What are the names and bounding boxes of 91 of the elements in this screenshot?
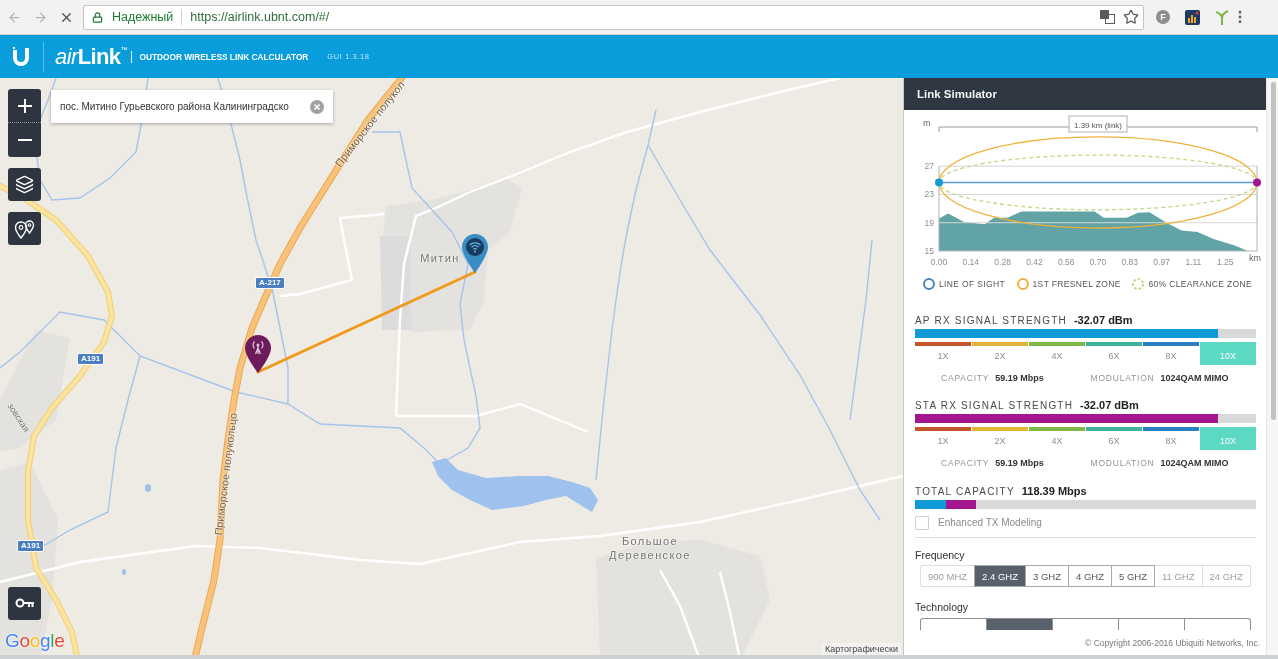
- section-label: Technology: [915, 601, 969, 613]
- technology-button[interactable]: [1184, 618, 1251, 630]
- tick-label: 0.70: [1089, 257, 1107, 267]
- search-input[interactable]: пос. Митино Гурьевского района Калининградско: [60, 101, 300, 112]
- road-number: A191: [77, 353, 105, 365]
- technology-button[interactable]: [920, 618, 987, 630]
- plus-icon: [17, 98, 32, 113]
- frequency-button[interactable]: 3 GHZ: [1025, 565, 1069, 587]
- pond: [145, 484, 151, 492]
- legend-label: 60% CLEARANCE ZONE: [1148, 279, 1252, 289]
- tick-label: 27: [924, 161, 934, 172]
- place-name: Большое Деревенское: [608, 535, 692, 563]
- frequency-button[interactable]: 2.4 GHZ: [974, 565, 1026, 587]
- search-field[interactable]: пос. Митино Гурьевского района Калининградско: [51, 90, 333, 123]
- capacity-label: CAPACITY: [941, 373, 990, 383]
- tick-label: 0.97: [1153, 257, 1170, 267]
- checkbox[interactable]: [915, 515, 929, 530]
- tick-label: 0.83: [1121, 257, 1139, 267]
- total-label: TOTAL CAPACITY: [915, 485, 1015, 497]
- modulation-value: 1024QAM MIMO: [1160, 458, 1229, 468]
- security-label: Надежный: [112, 10, 174, 24]
- tick-label: 19: [924, 217, 934, 228]
- frequency-button[interactable]: 5 GHZ: [1110, 565, 1155, 587]
- tick-label: 0.00: [930, 257, 948, 267]
- rate-segment: 1X: [915, 427, 971, 450]
- star-icon[interactable]: [1123, 9, 1139, 25]
- antenna-pin-icon[interactable]: [245, 335, 271, 373]
- checkbox-label: Enhanced TX Modeling: [938, 517, 1042, 528]
- key-icon: [14, 597, 35, 610]
- tick-label: 0.42: [1026, 257, 1043, 267]
- tick-label: 1.25: [1216, 257, 1234, 267]
- zoom-out-button[interactable]: [8, 122, 41, 157]
- tick-label: 23: [924, 189, 934, 200]
- key-button[interactable]: [8, 587, 41, 620]
- section-label: Frequency: [915, 549, 965, 561]
- map-pins-icon: [13, 218, 36, 239]
- signal-value: -32.07 dBm: [1080, 399, 1139, 411]
- rate-segment: 1X: [915, 342, 971, 365]
- layers-icon: [15, 175, 34, 194]
- rate-segment: 6X: [1086, 427, 1142, 450]
- modulation-label: MODULATION: [1090, 373, 1155, 383]
- axis-title: km: [1249, 253, 1261, 263]
- layers-button[interactable]: [8, 168, 41, 201]
- place-name: Митин: [420, 252, 460, 266]
- rate-segment: 4X: [1029, 427, 1085, 450]
- logo-icon: [12, 47, 30, 66]
- tick-label: 15: [924, 246, 934, 256]
- tick-label: 0.56: [1057, 257, 1075, 267]
- copyright-text: © Copyright 2006-2016 Ubiquiti Networks, Inc.: [1085, 638, 1260, 648]
- signal-value: -32.07 dBm: [1073, 314, 1133, 326]
- signal-label: AP RX SIGNAL STRENGTH: [915, 314, 1067, 326]
- total-value: 118.39 Mbps: [1021, 485, 1087, 497]
- tick-label: 1.11: [1185, 257, 1202, 267]
- rate-segment: 2X: [972, 427, 1028, 450]
- squares-icon[interactable]: [1100, 10, 1115, 24]
- url-text: https://airlink.ubnt.com/#/: [190, 10, 330, 24]
- minus-icon: [17, 139, 32, 141]
- legend-label: LINE OF SIGHT: [939, 279, 1005, 289]
- pond: [122, 569, 126, 575]
- lock-icon: [92, 11, 103, 23]
- map-attribution: Картографически: [822, 643, 901, 655]
- wifi-pin-icon[interactable]: [462, 234, 488, 273]
- rate-segment: 6X: [1086, 342, 1142, 365]
- rate-segment: 10X: [1200, 427, 1256, 450]
- legend-label: 1ST FRESNEL ZONE: [1032, 279, 1121, 289]
- scrollbar-thumb[interactable]: [1271, 82, 1276, 420]
- bar-chart-icon[interactable]: [1185, 9, 1200, 25]
- logo-text: airLink$^{™}$: [55, 45, 128, 68]
- distance-label: 1.39 km (link): [1068, 115, 1128, 133]
- capacity-label: CAPACITY: [941, 458, 990, 468]
- signal-label: STA RX SIGNAL STRENGTH: [915, 399, 1074, 411]
- road-number: A-217: [255, 277, 285, 289]
- panel-title: Link Simulator: [917, 88, 997, 100]
- tick-label: 0.28: [994, 257, 1011, 267]
- frequency-button[interactable]: 4 GHZ: [1067, 565, 1112, 587]
- capacity-value: 59.19 Mbps: [995, 458, 1044, 468]
- rate-segment: 4X: [1029, 342, 1085, 365]
- app-subtitle: OUTDOOR WIRELESS LINK CALCULATOR: [139, 51, 309, 62]
- address-bar[interactable]: Надежный https://airlink.ubnt.com/#/: [83, 4, 1144, 30]
- capacity-value: 59.19 Mbps: [995, 373, 1044, 383]
- zoom-in-button[interactable]: [8, 89, 41, 122]
- modulation-label: MODULATION: [1090, 458, 1155, 468]
- tick-label: 0.14: [962, 257, 980, 267]
- markers-button[interactable]: [8, 212, 41, 245]
- road-name: Приморское полукольцо: [212, 412, 240, 536]
- rate-segment: 10X: [1200, 342, 1256, 365]
- rate-segment: 2X: [972, 342, 1028, 365]
- axis-title: m: [923, 118, 931, 128]
- modulation-value: 1024QAM MIMO: [1160, 373, 1229, 383]
- road-number: A191: [17, 540, 45, 552]
- map-logo: Google: [5, 630, 65, 652]
